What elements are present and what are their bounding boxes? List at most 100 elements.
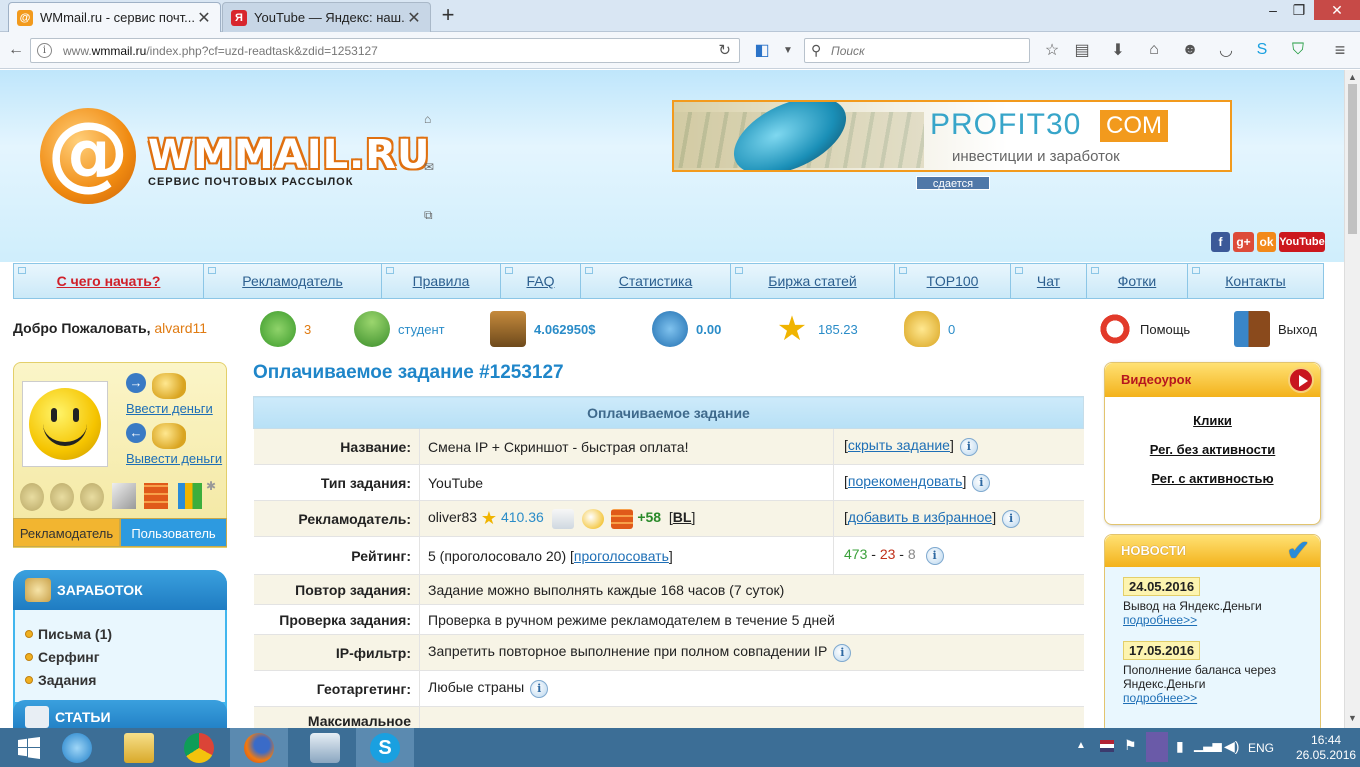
battery-icon[interactable]: ▮ bbox=[1176, 738, 1184, 755]
mail-icon[interactable]: ✉ bbox=[424, 160, 438, 174]
help-button[interactable]: Помощь bbox=[1098, 308, 1190, 350]
reload-icon[interactable]: ↻ bbox=[718, 41, 731, 59]
menu-item-articles-exchange[interactable]: Биржа статей bbox=[731, 264, 895, 298]
taskbar-explorer[interactable] bbox=[110, 728, 168, 767]
home-icon[interactable]: ⌂ bbox=[424, 112, 438, 126]
earnings-heading[interactable]: ЗАРАБОТОК bbox=[13, 570, 227, 610]
info-icon[interactable]: i bbox=[1002, 509, 1021, 528]
bar-chart-icon[interactable] bbox=[178, 483, 202, 509]
mail-plus-icon[interactable] bbox=[551, 508, 574, 529]
site-info-icon[interactable]: i bbox=[37, 43, 52, 58]
google-plus-icon[interactable]: g+ bbox=[1233, 232, 1254, 252]
earn-item-tasks[interactable]: Задания bbox=[25, 668, 225, 691]
balance-stat[interactable]: 4.062950$ bbox=[490, 308, 595, 350]
page-scrollbar[interactable]: ▲ ▼ bbox=[1344, 70, 1360, 728]
shield-icon[interactable]: ⛉ bbox=[1286, 39, 1310, 61]
search-input[interactable]: ⚲ Поиск bbox=[804, 38, 1030, 63]
taskbar-chrome[interactable] bbox=[170, 728, 228, 767]
menu-item-rules[interactable]: Правила bbox=[382, 264, 501, 298]
info-icon[interactable]: i bbox=[972, 473, 991, 492]
menu-item-photos[interactable]: Фотки bbox=[1087, 264, 1188, 298]
screenshot-icon[interactable]: ◧ bbox=[750, 39, 774, 61]
menu-hamburger-icon[interactable]: ≡ bbox=[1328, 39, 1352, 61]
skype-icon[interactable]: S bbox=[1250, 39, 1274, 61]
magnifier-icon[interactable] bbox=[581, 508, 604, 529]
reading-list-icon[interactable]: ▤ bbox=[1070, 39, 1094, 61]
referrals-stat[interactable]: 3 bbox=[260, 308, 311, 350]
home-icon[interactable]: ⌂ bbox=[1142, 39, 1166, 61]
taskbar-ie[interactable] bbox=[48, 728, 106, 767]
menu-item-faq[interactable]: FAQ bbox=[501, 264, 581, 298]
video-link-reg-activity[interactable]: Рег. с активностью bbox=[1105, 471, 1320, 486]
credits-stat[interactable]: 0.00 bbox=[652, 308, 721, 350]
menu-item-chat[interactable]: Чат bbox=[1011, 264, 1087, 298]
dropdown-arrow-icon[interactable]: ▼ bbox=[776, 39, 800, 61]
menu-item-contacts[interactable]: Контакты bbox=[1188, 264, 1323, 298]
bookmark-star-icon[interactable]: ☆ bbox=[1040, 39, 1064, 61]
ad-banner[interactable]: PROFIT30 COM инвестиции и заработок bbox=[672, 100, 1232, 172]
maximize-window-button[interactable]: ❐ bbox=[1284, 0, 1314, 20]
browser-tab-wmmail[interactable]: @ WMmail.ru - сервис почт... ✕ bbox=[8, 2, 221, 32]
blacklist-link[interactable]: BL bbox=[673, 509, 692, 525]
advertiser-name[interactable]: oliver83 bbox=[428, 509, 477, 525]
logout-button[interactable]: Выход bbox=[1234, 308, 1317, 350]
language-indicator[interactable]: ENG bbox=[1248, 741, 1274, 755]
pencil-icon[interactable] bbox=[112, 483, 136, 509]
user-status-stat[interactable]: студент bbox=[354, 308, 445, 350]
coins-stat[interactable]: 0 bbox=[904, 308, 955, 350]
address-bar[interactable]: i www.wmmail.ru/index.php?cf=uzd-readtas… bbox=[30, 38, 740, 63]
video-link-reg-no-activity[interactable]: Рег. без активности bbox=[1105, 442, 1320, 457]
taskbar-firefox[interactable] bbox=[230, 728, 288, 767]
close-window-button[interactable]: ✕ bbox=[1314, 0, 1360, 20]
sitemap-icon[interactable]: ⧉ bbox=[424, 208, 438, 222]
taskbar-skype[interactable]: S bbox=[356, 728, 414, 767]
menu-item-start[interactable]: С чего начать? bbox=[14, 264, 204, 298]
scroll-up-icon[interactable]: ▲ bbox=[1348, 72, 1357, 82]
deposit-link[interactable]: Ввести деньги bbox=[126, 401, 226, 416]
facebook-icon[interactable]: f bbox=[1211, 232, 1230, 252]
menu-item-advertiser[interactable]: Рекламодатель bbox=[204, 264, 382, 298]
earn-item-surfing[interactable]: Серфинг bbox=[25, 645, 225, 668]
play-icon[interactable] bbox=[1288, 367, 1314, 393]
new-tab-button[interactable]: + bbox=[437, 4, 459, 27]
deposit-coins[interactable]: → bbox=[126, 373, 206, 399]
pocket-icon[interactable]: ◡ bbox=[1214, 39, 1238, 61]
close-tab-icon[interactable]: ✕ bbox=[196, 8, 212, 28]
clock[interactable]: 16:44 26.05.2016 bbox=[1296, 733, 1356, 763]
menu-item-statistics[interactable]: Статистика bbox=[581, 264, 731, 298]
articles-heading[interactable]: СТАТЬИ bbox=[13, 700, 227, 728]
rating-stat[interactable]: ★ 185.23 bbox=[774, 308, 858, 350]
news-more-link[interactable]: подробнее>> bbox=[1123, 691, 1310, 705]
add-favorite-link[interactable]: добавить в избранное bbox=[848, 509, 992, 525]
info-icon[interactable]: i bbox=[530, 679, 549, 698]
scroll-down-icon[interactable]: ▼ bbox=[1348, 713, 1357, 723]
bricks-icon[interactable] bbox=[144, 483, 168, 509]
show-hidden-icons-icon[interactable]: ▲ bbox=[1076, 740, 1086, 751]
info-icon[interactable]: i bbox=[833, 643, 852, 662]
hide-task-link[interactable]: скрыть задание bbox=[848, 437, 950, 453]
recommend-link[interactable]: порекомендовать bbox=[848, 473, 963, 489]
earn-item-letters[interactable]: Письма (1) bbox=[25, 622, 225, 645]
avatar[interactable] bbox=[22, 381, 108, 467]
back-arrow-icon[interactable]: ← bbox=[4, 39, 28, 61]
menu-item-top100[interactable]: TOP100 bbox=[895, 264, 1011, 298]
tab-user[interactable]: Пользователь bbox=[120, 518, 227, 547]
info-icon[interactable]: i bbox=[925, 546, 944, 565]
bricks-icon[interactable] bbox=[611, 508, 634, 529]
tab-advertiser[interactable]: Рекламодатель bbox=[13, 518, 120, 547]
downloads-icon[interactable]: ⬇ bbox=[1106, 39, 1130, 61]
news-more-link[interactable]: подробнее>> bbox=[1123, 613, 1310, 627]
scrollbar-thumb[interactable] bbox=[1348, 84, 1357, 234]
withdraw-link[interactable]: Вывести деньги bbox=[126, 451, 226, 466]
gear-icon[interactable]: ✱ bbox=[206, 479, 216, 493]
browser-tab-youtube[interactable]: Я YouTube — Яндекс: наш... ✕ bbox=[222, 2, 431, 32]
close-tab-icon[interactable]: ✕ bbox=[406, 8, 422, 28]
odnoklassniki-icon[interactable]: ok bbox=[1257, 232, 1276, 252]
volume-icon[interactable]: ◀) bbox=[1224, 738, 1239, 755]
username[interactable]: alvard11 bbox=[154, 320, 207, 336]
withdraw-coins[interactable]: ← bbox=[126, 423, 206, 449]
taskbar-speaker[interactable] bbox=[296, 728, 354, 767]
video-link-clicks[interactable]: Клики bbox=[1105, 413, 1320, 428]
feather-icon[interactable] bbox=[1146, 732, 1168, 762]
youtube-icon[interactable]: YouTube bbox=[1279, 232, 1325, 252]
